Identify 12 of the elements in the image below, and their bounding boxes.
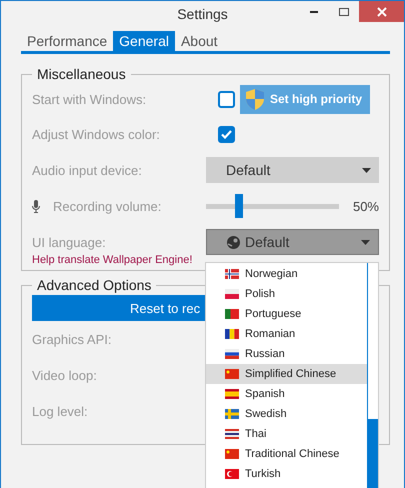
field-label: Start with Windows:: [32, 92, 148, 106]
volume-reading: 50%: [352, 198, 379, 214]
field-label: Recording volume:: [53, 198, 162, 214]
field-label: UI language:: [32, 234, 107, 250]
field-label: Graphics API:: [32, 332, 112, 346]
group-title: Advanced Options: [36, 277, 152, 293]
group-title: Miscellaneous: [36, 66, 127, 82]
field-label: Audio input device:: [32, 162, 143, 178]
window-title: Settings: [177, 6, 228, 22]
field-label: Log level:: [32, 404, 89, 418]
field-label: Video loop:: [32, 368, 98, 382]
field-label: Adjust Windows color:: [32, 126, 161, 142]
